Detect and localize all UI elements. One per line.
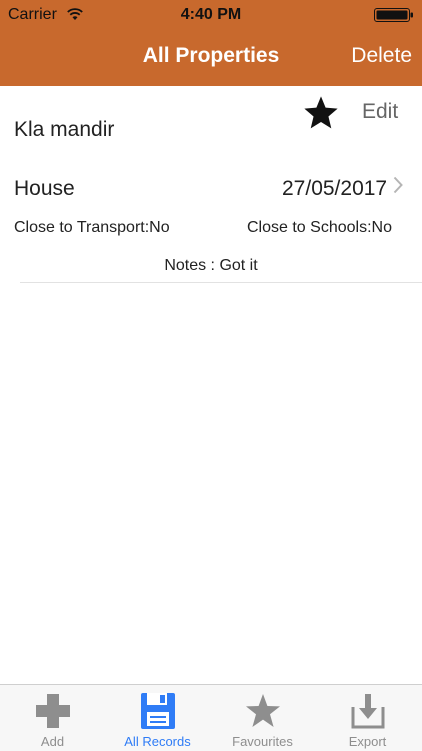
property-name: Kla mandir	[14, 118, 115, 141]
close-to-transport: Close to Transport:No	[14, 219, 170, 236]
tab-all-records[interactable]: All Records	[105, 685, 210, 751]
tab-label-export: Export	[348, 734, 387, 749]
property-date: 27/05/2017	[282, 177, 388, 200]
header: Carrier 4:40 PM All Properties Delete	[0, 0, 422, 86]
status-time: 4:40 PM	[180, 6, 242, 23]
tab-bar: Add All Records Favourites Export	[0, 684, 422, 751]
export-icon	[351, 694, 384, 729]
tab-favourites[interactable]: Favourites	[210, 685, 315, 751]
battery-icon	[374, 8, 413, 22]
star-icon	[245, 694, 280, 727]
tab-export[interactable]: Export	[315, 685, 420, 751]
property-type: House	[14, 177, 75, 200]
property-record[interactable]: Kla mandir Edit House 27/05/2017 Close t…	[0, 86, 422, 283]
property-notes: Notes : Got it	[164, 257, 258, 274]
row-divider	[20, 282, 422, 283]
close-to-schools: Close to Schools:No	[247, 219, 392, 236]
favourite-star-icon[interactable]	[302, 94, 340, 132]
tab-label-favourites: Favourites	[232, 734, 293, 749]
tab-add[interactable]: Add	[0, 685, 105, 751]
tab-label-add: Add	[40, 734, 65, 749]
floppy-disk-icon	[140, 693, 175, 729]
plus-icon	[35, 694, 70, 728]
edit-button[interactable]: Edit	[362, 100, 398, 124]
delete-button[interactable]: Delete	[351, 44, 412, 68]
status-bar: Carrier 4:40 PM	[0, 0, 422, 30]
tab-label-all-records: All Records	[124, 734, 191, 749]
chevron-right-icon	[393, 176, 403, 194]
